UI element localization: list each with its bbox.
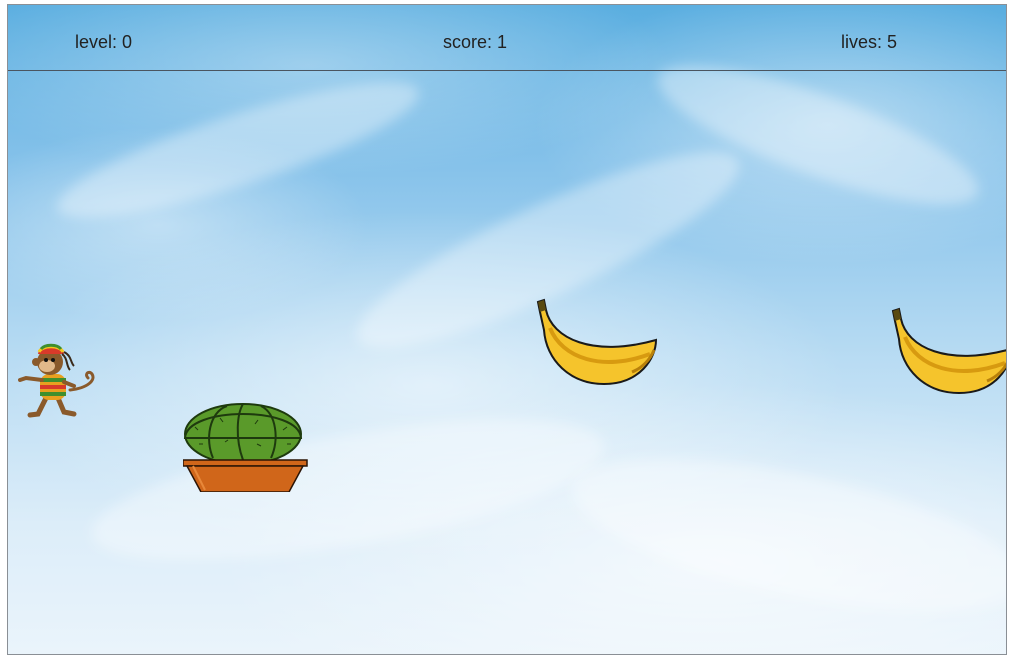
level-counter: level: 0 <box>75 32 133 52</box>
cloud-streak <box>82 390 614 590</box>
game-canvas[interactable]: level: 0 score: 1 lives: 5 <box>7 4 1007 655</box>
monkey-icon <box>18 343 95 418</box>
banana-icon <box>891 307 1006 395</box>
cactus-pot-icon <box>183 403 308 492</box>
hud-bar: level: 0 score: 1 lives: 5 <box>8 5 1006 71</box>
cloud-streak <box>560 428 1006 642</box>
cloud-streak <box>46 57 430 243</box>
lives-counter: lives: 5 <box>841 32 898 52</box>
score-counter: score: 1 <box>443 32 508 52</box>
banana-icon <box>536 298 658 386</box>
